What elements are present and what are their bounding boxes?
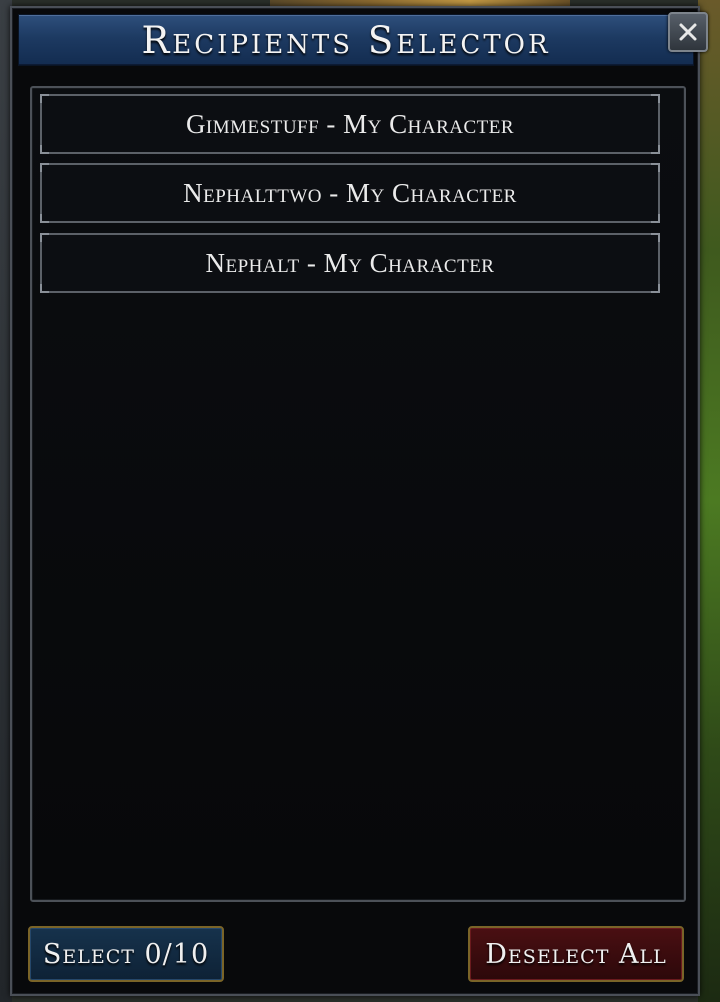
recipients-list[interactable]: Gimmestuff - My Character Nephalttwo - M… <box>30 86 686 902</box>
list-item[interactable]: Nephalt - My Character <box>40 233 660 293</box>
frame-corner <box>40 163 49 172</box>
close-icon <box>677 21 699 43</box>
recipient-label: Nephalttwo - My Character <box>183 177 517 208</box>
list-item[interactable]: Gimmestuff - My Character <box>40 94 660 154</box>
deselect-all-label: Deselect All <box>485 938 667 970</box>
frame-corner <box>651 163 660 172</box>
frame-corner <box>40 214 49 223</box>
background-right <box>698 0 720 1002</box>
recipient-label: Nephalt - My Character <box>205 247 495 278</box>
frame-corner <box>651 94 660 103</box>
frame-corner <box>651 214 660 223</box>
deselect-all-button[interactable]: Deselect All <box>468 926 684 982</box>
frame-corner <box>40 284 49 293</box>
select-button-label: Select 0/10 <box>42 938 210 970</box>
select-button[interactable]: Select 0/10 <box>28 926 224 982</box>
frame-corner <box>40 145 49 154</box>
recipient-label: Gimmestuff - My Character <box>185 108 515 139</box>
window-title: Recipients Selector <box>141 18 551 62</box>
frame-corner <box>651 233 660 242</box>
frame-corner <box>40 94 49 103</box>
title-bar: Recipients Selector <box>18 14 694 66</box>
frame-corner <box>40 233 49 242</box>
frame-corner <box>651 284 660 293</box>
close-button[interactable] <box>668 12 708 52</box>
frame-corner <box>651 145 660 154</box>
recipients-selector-window: Recipients Selector Gimmestuff - My Char… <box>10 6 708 996</box>
list-item[interactable]: Nephalttwo - My Character <box>40 163 660 223</box>
